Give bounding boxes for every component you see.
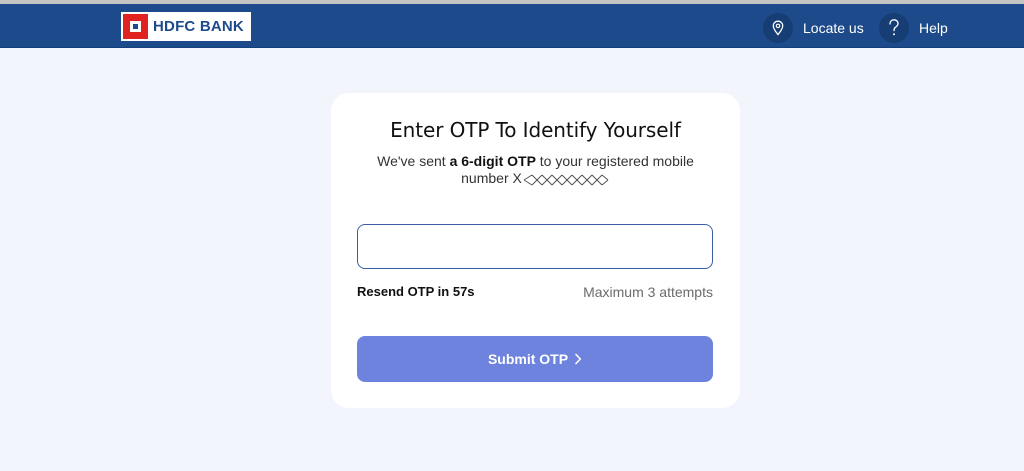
help-label: Help bbox=[919, 20, 948, 36]
subtitle-prefix: We've sent bbox=[377, 153, 450, 169]
subtitle-bold: a 6-digit OTP bbox=[449, 153, 536, 169]
logo-text: HDFC BANK bbox=[153, 18, 244, 35]
help-link[interactable]: Help bbox=[879, 13, 948, 43]
submit-otp-label: Submit OTP bbox=[487, 351, 569, 367]
locate-us-link[interactable]: Locate us bbox=[763, 13, 864, 43]
hdfc-bank-logo[interactable]: HDFC BANK bbox=[121, 12, 251, 41]
otp-card: Enter OTP To Identify Yourself We've sen… bbox=[331, 93, 740, 408]
locate-us-label: Locate us bbox=[803, 20, 864, 36]
chevron-right-icon bbox=[575, 353, 582, 365]
max-attempts-note: Maximum 3 attempts bbox=[583, 284, 713, 300]
otp-input[interactable] bbox=[357, 224, 713, 269]
masked-number-scribble bbox=[522, 173, 610, 186]
submit-otp-button[interactable]: Submit OTP bbox=[357, 336, 713, 382]
otp-sent-message: We've sent a 6-digit OTP to your registe… bbox=[355, 153, 716, 187]
page-title: Enter OTP To Identify Yourself bbox=[390, 118, 681, 142]
resend-otp-timer[interactable]: Resend OTP in 57s bbox=[357, 284, 475, 299]
question-icon bbox=[879, 13, 909, 43]
top-navbar: HDFC BANK Locate us Help bbox=[0, 4, 1024, 48]
hdfc-logo-icon bbox=[123, 14, 148, 39]
location-pin-icon bbox=[763, 13, 793, 43]
